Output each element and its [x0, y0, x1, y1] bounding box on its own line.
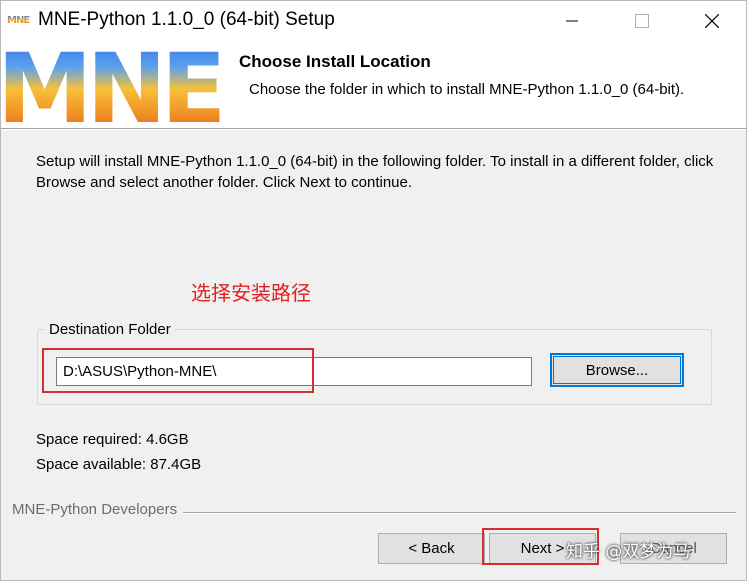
space-available: Space available: 87.4GB — [36, 456, 202, 473]
intro-text: Setup will install MNE-Python 1.1.0_0 (6… — [36, 153, 714, 191]
close-button[interactable] — [683, 1, 741, 40]
highlight-destination-box — [42, 348, 314, 393]
annotation-label: 选择安装路径 — [191, 281, 311, 305]
maximize-button[interactable] — [613, 1, 671, 40]
mne-app-icon: MNE — [7, 11, 31, 29]
banner-logo-text: MNE — [1, 40, 220, 128]
destination-folder-label: Destination Folder — [45, 321, 175, 338]
page-subtitle: Choose the folder in which to install MN… — [249, 81, 685, 98]
window-title: MNE-Python 1.1.0_0 (64-bit) Setup — [38, 9, 335, 30]
mne-banner-logo: MNE — [1, 40, 231, 128]
header-divider-highlight — [1, 129, 746, 130]
space-required: Space required: 4.6GB — [36, 431, 189, 448]
browse-focus-ring — [553, 356, 681, 384]
back-button[interactable]: < Back — [378, 533, 485, 564]
browse-button[interactable]: Browse... — [550, 353, 684, 387]
page-header: MNE Choose Install Location Choose the f… — [1, 40, 746, 128]
maximize-icon — [635, 13, 649, 28]
watermark-text: 知乎 @双梦为马 — [566, 542, 691, 562]
minimize-button[interactable] — [543, 1, 601, 40]
minimize-icon — [566, 20, 578, 21]
setup-window: MNE MNE-Python 1.1.0_0 (64-bit) Setup MN… — [0, 0, 747, 581]
page-title: Choose Install Location — [239, 52, 431, 71]
close-icon — [705, 13, 719, 28]
app-icon-text: MNE — [7, 15, 30, 26]
title-bar[interactable]: MNE MNE-Python 1.1.0_0 (64-bit) Setup — [1, 1, 746, 40]
branding-text: MNE-Python Developers — [12, 501, 184, 518]
